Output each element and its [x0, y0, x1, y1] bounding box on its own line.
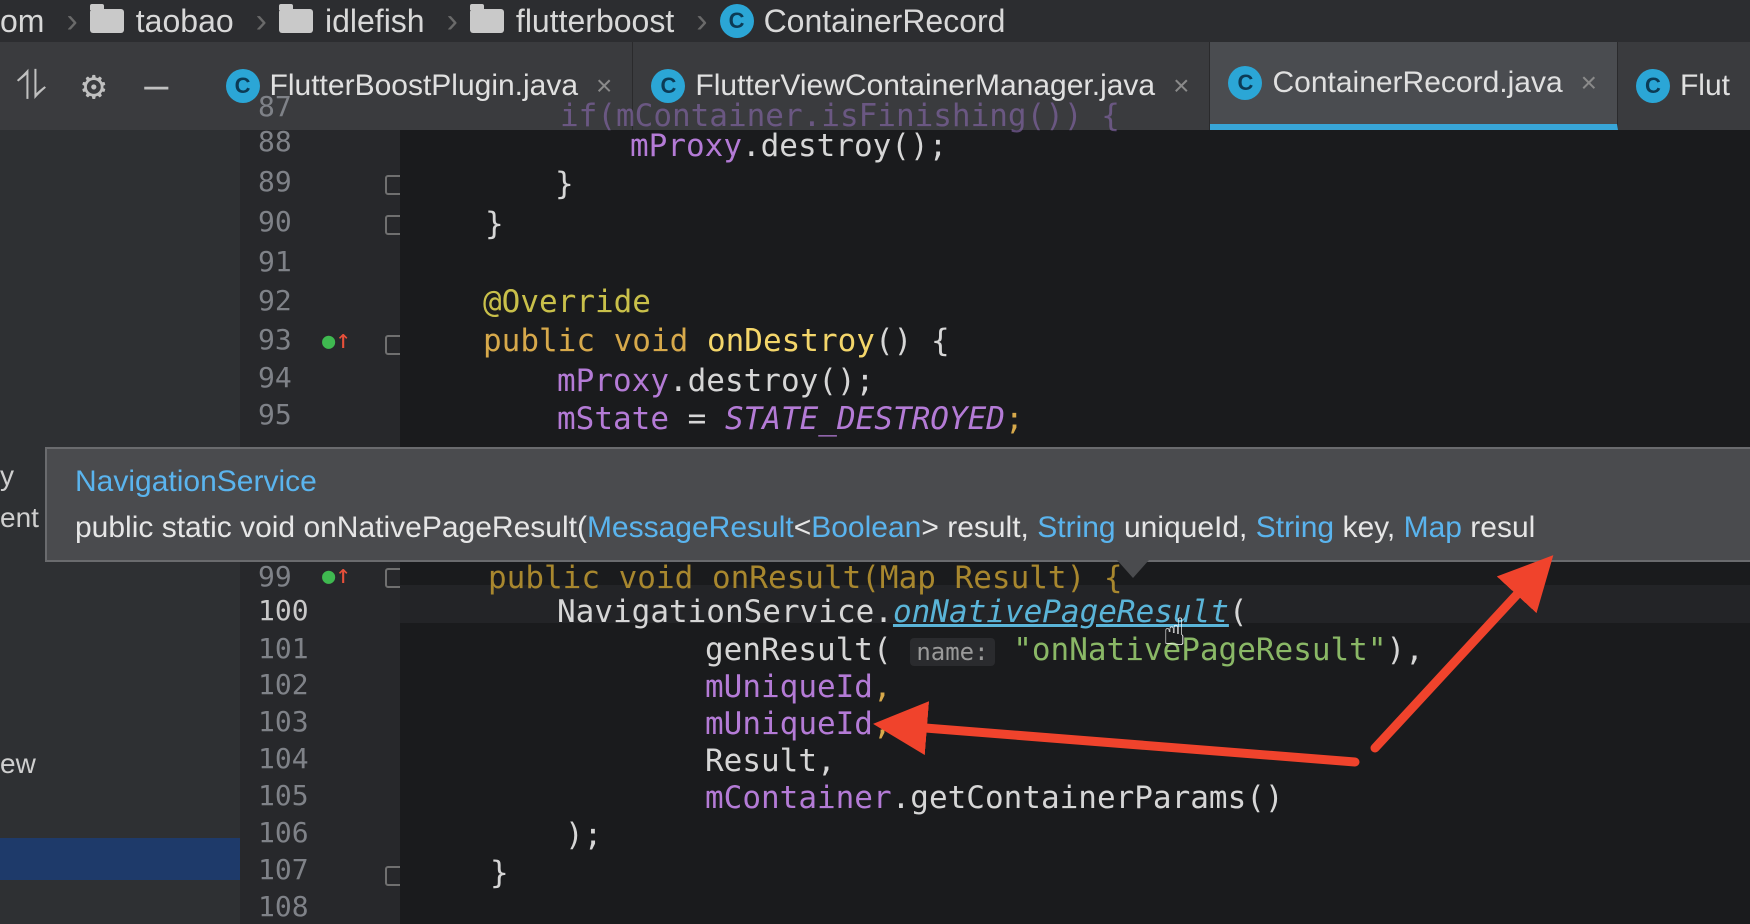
arrow-to-uniqueid-arg — [873, 701, 1360, 767]
arrow-to-key-param — [1370, 555, 1554, 753]
annotation-arrows — [873, 555, 1554, 767]
